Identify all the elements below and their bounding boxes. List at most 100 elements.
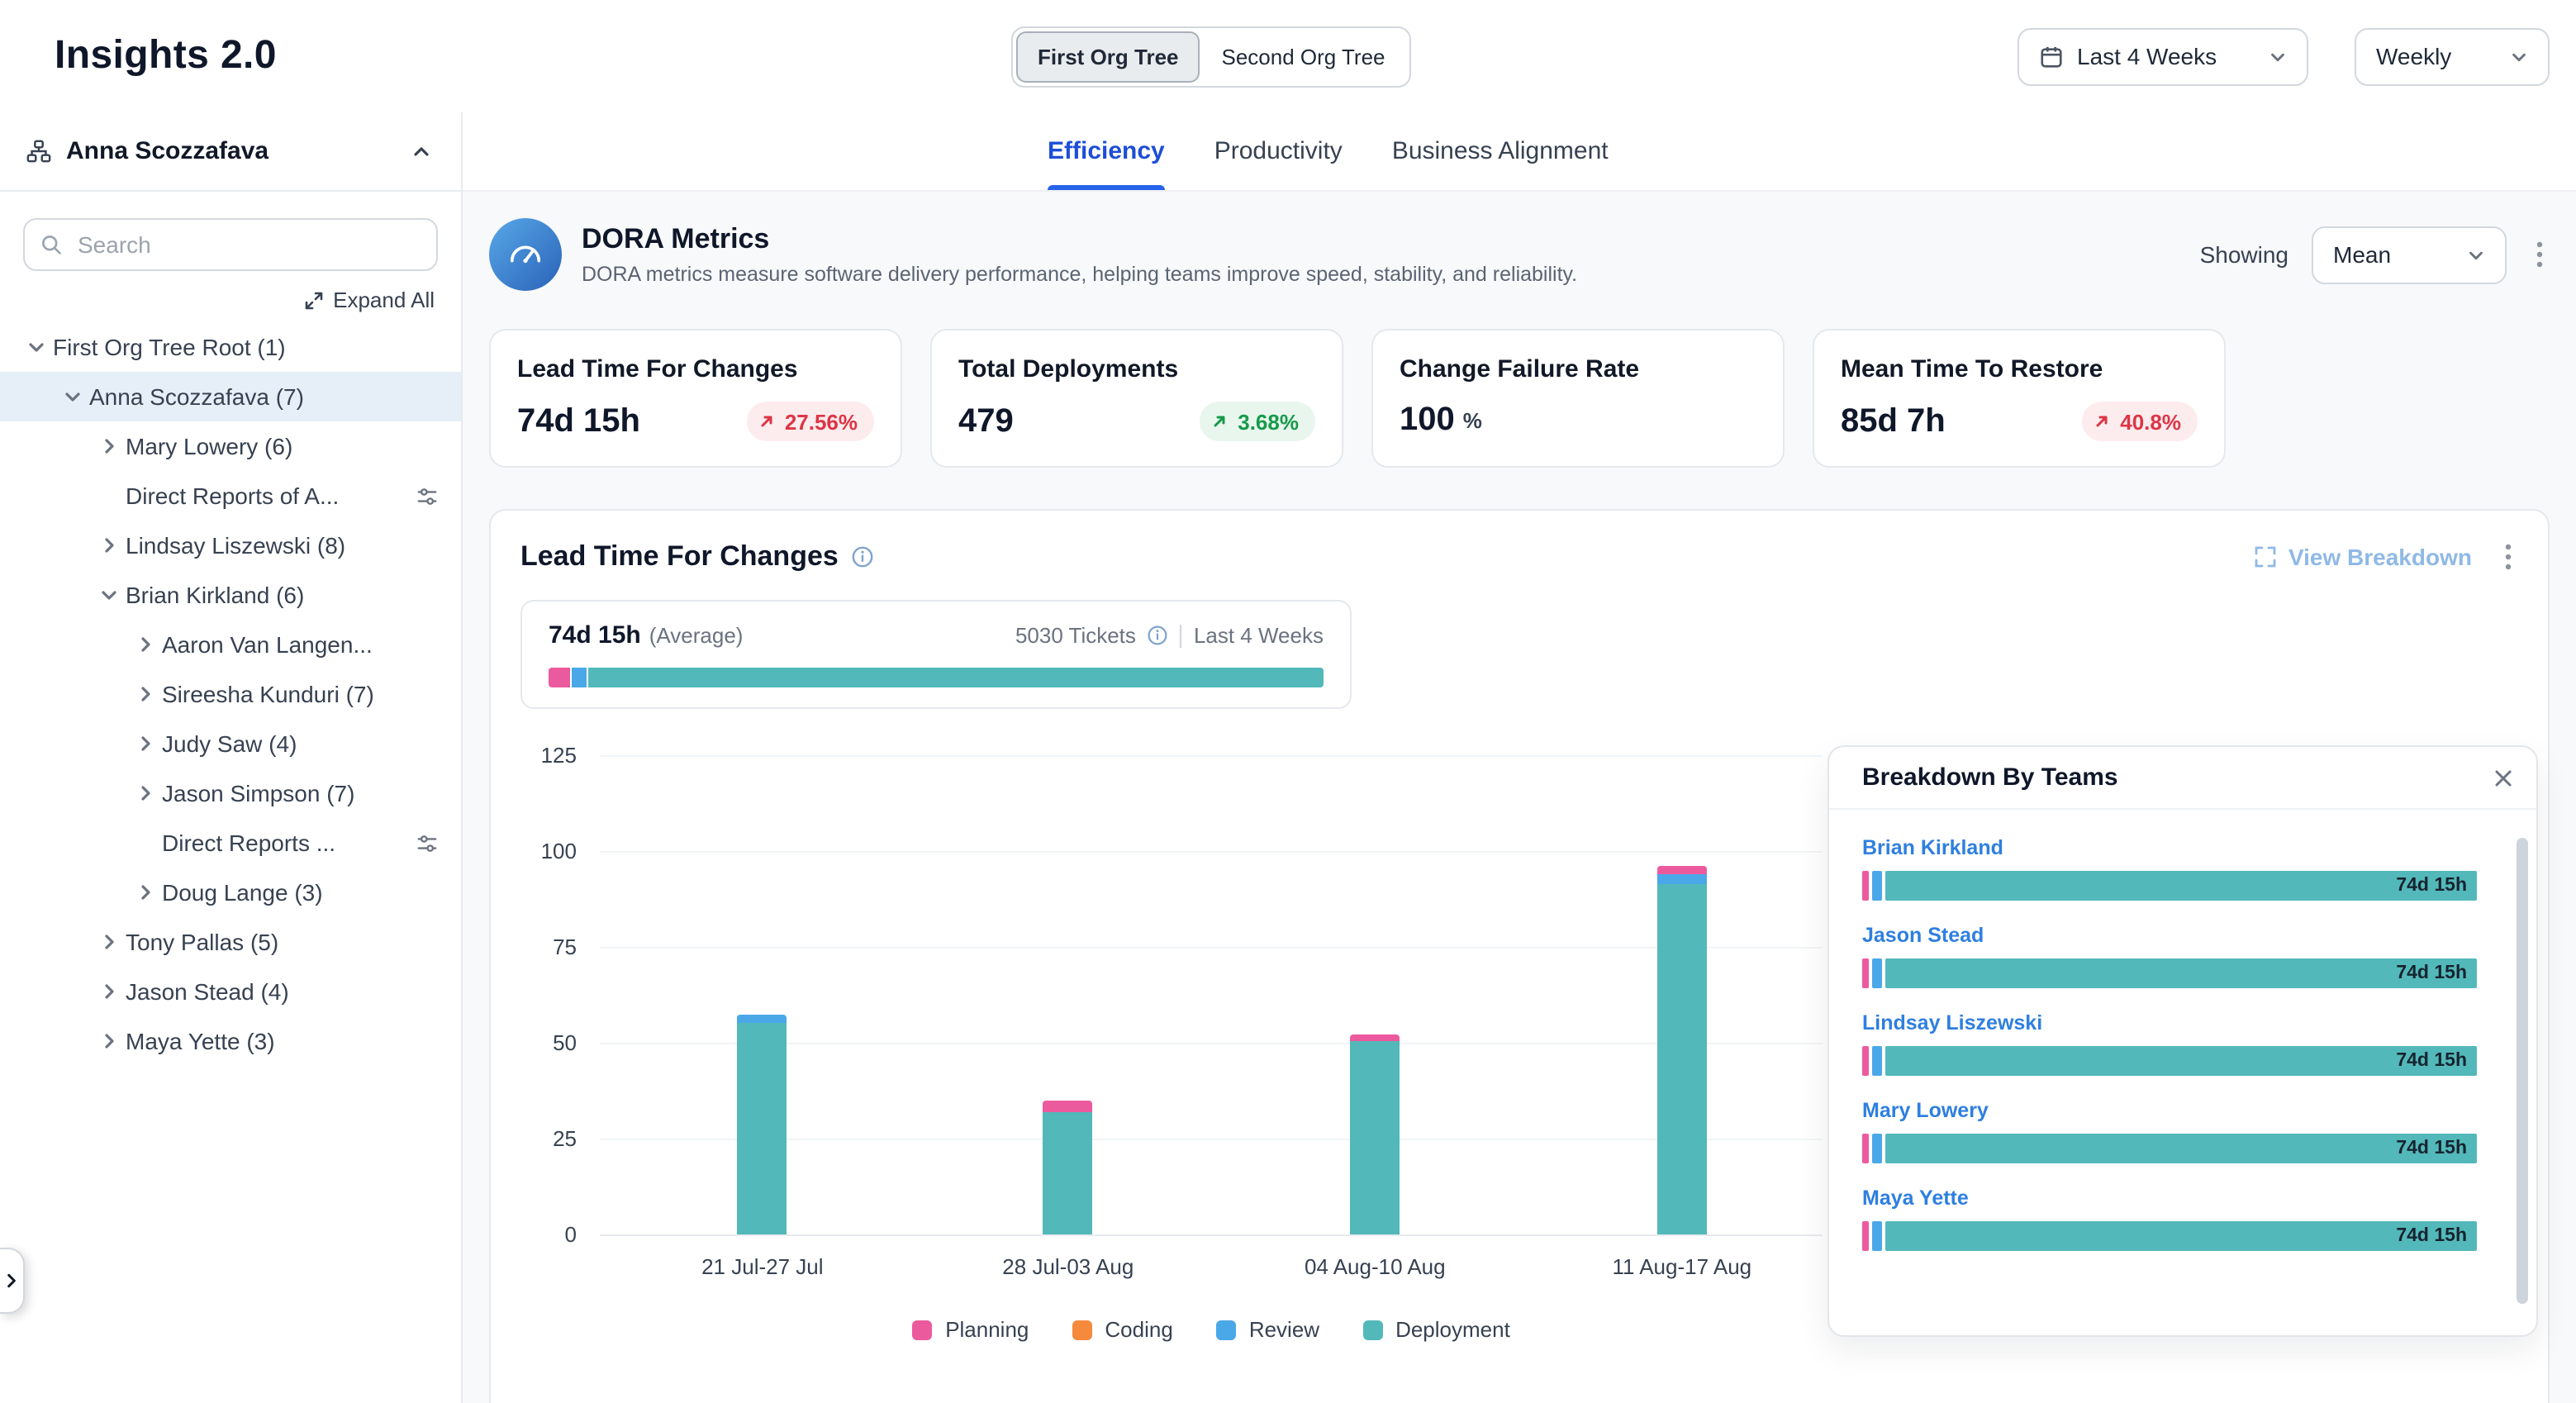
filter-icon[interactable]	[416, 832, 438, 854]
metric-card: Mean Time To Restore 85d 7h40.8%	[1813, 329, 2226, 468]
lead-time-controls: View Breakdown	[2254, 537, 2518, 577]
tree-item[interactable]: Jason Stead (4)	[0, 967, 461, 1016]
close-icon[interactable]	[2490, 764, 2517, 791]
delta-badge: 27.56%	[747, 402, 874, 441]
metric-title: Change Failure Rate	[1400, 355, 1756, 383]
tree-item[interactable]: Direct Reports of A...	[0, 471, 461, 521]
team-link[interactable]: Brian Kirkland	[1862, 836, 2003, 859]
team-value: 74d 15h	[2396, 963, 2467, 983]
tree-item[interactable]: Jason Simpson (7)	[0, 768, 461, 818]
tree-item[interactable]: Brian Kirkland (6)	[0, 570, 461, 620]
chevron-right-icon[interactable]	[96, 433, 122, 459]
tree-item-label: Sireesha Kunduri (7)	[162, 681, 374, 707]
lead-time-menu-button[interactable]	[2498, 537, 2518, 577]
metric-title: Mean Time To Restore	[1841, 355, 2198, 383]
legend-item-review[interactable]: Review	[1216, 1317, 1319, 1342]
chevron-spacer	[132, 830, 159, 856]
team-link[interactable]: Maya Yette	[1862, 1187, 1969, 1210]
tree-item[interactable]: Judy Saw (4)	[0, 719, 461, 768]
main-tabs: Efficiency Productivity Business Alignment	[463, 112, 2576, 192]
sidebar-root-user: Anna Scozzafava	[66, 137, 393, 165]
info-icon[interactable]	[1148, 625, 1169, 646]
chevron-right-icon[interactable]	[132, 681, 159, 707]
chevron-right-icon[interactable]	[96, 1028, 122, 1054]
chevron-right-icon[interactable]	[96, 978, 122, 1005]
metric-card: Total Deployments4793.68%	[930, 329, 1343, 468]
metric-value-row: 85d 7h40.8%	[1841, 402, 2198, 441]
stacked-bar[interactable]	[738, 1014, 787, 1234]
chevron-down-icon[interactable]	[96, 582, 122, 608]
search-input[interactable]	[23, 218, 438, 271]
aggregation-select[interactable]: Mean	[2312, 226, 2507, 283]
chevron-down-icon	[2467, 245, 2485, 264]
deployment-segment: 74d 15h	[1885, 1221, 2477, 1251]
sidebar-panel-handle[interactable]	[0, 1248, 25, 1314]
metric-value: 100	[1400, 402, 1455, 440]
review-segment	[1657, 874, 1707, 884]
stacked-bar[interactable]	[1350, 1035, 1400, 1234]
tree-item[interactable]: Sireesha Kunduri (7)	[0, 669, 461, 719]
tree-item[interactable]: Mary Lowery (6)	[0, 421, 461, 471]
chevron-right-icon[interactable]	[96, 532, 122, 559]
date-range-select[interactable]: Last 4 Weeks	[2018, 27, 2308, 85]
granularity-select[interactable]: Weekly	[2355, 27, 2550, 85]
tab-efficiency[interactable]: Efficiency	[1048, 112, 1165, 190]
info-icon[interactable]	[852, 545, 875, 568]
tab-business-alignment[interactable]: Business Alignment	[1392, 112, 1609, 190]
tree-item[interactable]: Lindsay Liszewski (8)	[0, 521, 461, 570]
expand-all-button[interactable]: Expand All	[26, 288, 435, 312]
dora-menu-button[interactable]	[2530, 235, 2550, 274]
tree-item[interactable]: Aaron Van Langen...	[0, 620, 461, 669]
legend-swatch	[912, 1320, 932, 1339]
stacked-bar[interactable]	[1043, 1101, 1093, 1234]
filter-icon[interactable]	[416, 485, 438, 507]
stacked-bar[interactable]	[1657, 867, 1707, 1234]
chevron-right-icon[interactable]	[96, 929, 122, 955]
tab-productivity[interactable]: Productivity	[1214, 112, 1343, 190]
trend-up-icon	[757, 411, 777, 431]
team-link[interactable]: Jason Stead	[1862, 924, 1984, 947]
view-breakdown-label: View Breakdown	[2288, 544, 2472, 570]
review-segment	[1872, 1134, 1882, 1163]
dora-title: DORA Metrics	[582, 223, 1577, 256]
view-breakdown-button[interactable]: View Breakdown	[2254, 544, 2472, 570]
chevron-right-icon[interactable]	[132, 879, 159, 906]
planning-segment	[1043, 1101, 1093, 1112]
chevron-down-icon[interactable]	[23, 334, 50, 360]
tree-item-label: Judy Saw (4)	[162, 730, 297, 757]
legend-item-coding[interactable]: Coding	[1072, 1317, 1172, 1342]
planning-segment	[1862, 1221, 1869, 1251]
deployment-segment	[738, 1024, 787, 1234]
planning-segment	[1862, 1046, 1869, 1076]
delta-value: 27.56%	[785, 409, 858, 434]
tree-item-label: Aaron Van Langen...	[162, 631, 373, 658]
chevron-right-icon[interactable]	[132, 780, 159, 806]
team-link[interactable]: Mary Lowery	[1862, 1099, 1989, 1122]
chevron-down-icon	[2510, 47, 2528, 65]
date-range-value: Last 4 Weeks	[2077, 43, 2217, 69]
legend-item-planning[interactable]: Planning	[912, 1317, 1029, 1342]
search-icon	[40, 233, 63, 256]
chevron-right-icon[interactable]	[132, 631, 159, 658]
org-tree-toggle-first[interactable]: First Org Tree	[1016, 31, 1200, 83]
tree-item[interactable]: Doug Lange (3)	[0, 868, 461, 917]
tree-item[interactable]: Maya Yette (3)	[0, 1016, 461, 1066]
legend-item-deployment[interactable]: Deployment	[1362, 1317, 1510, 1342]
scrollbar-thumb[interactable]	[2517, 838, 2528, 1304]
chevron-down-icon[interactable]	[59, 383, 86, 410]
tree-item[interactable]: Tony Pallas (5)	[0, 917, 461, 967]
chevron-right-icon[interactable]	[132, 730, 159, 757]
legend-swatch	[1072, 1320, 1091, 1339]
tree-item[interactable]: Direct Reports ...	[0, 818, 461, 868]
sidebar-collapse-button[interactable]	[408, 138, 435, 164]
y-tick-label: 25	[553, 1126, 577, 1151]
metric-title: Lead Time For Changes	[517, 355, 874, 383]
planning-segment	[1862, 871, 1869, 901]
planning-segment	[549, 668, 569, 687]
org-tree-toggle-second[interactable]: Second Org Tree	[1200, 31, 1407, 83]
tree-item[interactable]: First Org Tree Root (1)	[0, 322, 461, 372]
tree-item[interactable]: Anna Scozzafava (7)	[0, 372, 461, 421]
dora-gauge-icon	[489, 218, 562, 291]
metric-value-row: 100%	[1400, 402, 1756, 440]
team-link[interactable]: Lindsay Liszewski	[1862, 1011, 2042, 1034]
